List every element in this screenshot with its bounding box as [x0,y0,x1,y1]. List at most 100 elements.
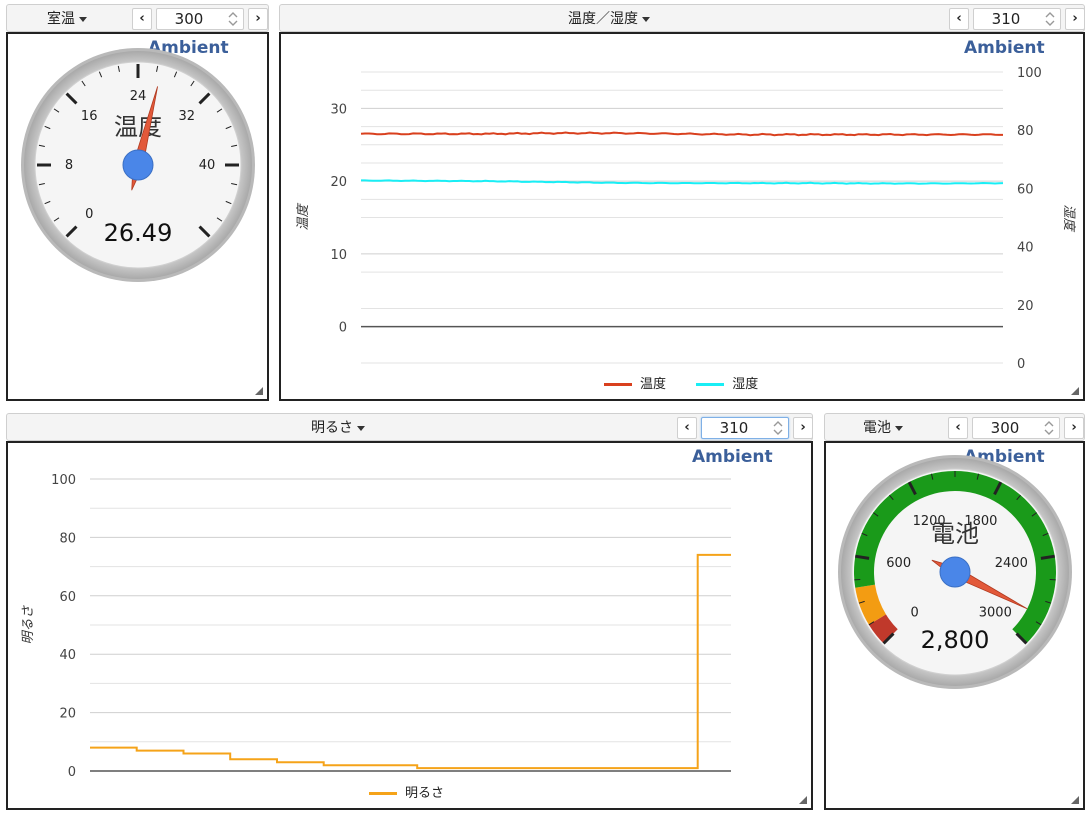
resize-handle-icon[interactable] [1071,796,1079,804]
gauge-tick-label: 32 [179,109,196,124]
y2-tick-label: 60 [1017,182,1034,197]
count-value: 310 [991,10,1021,28]
brightness-title-dropdown[interactable]: 明るさ [311,414,365,442]
next-button[interactable]: › [1065,8,1085,30]
y-tick-label: 100 [51,473,76,488]
legend-item-humidity: 湿度 [696,377,758,392]
battery-gauge: 06001200 180024003000電池2,800 [838,455,1072,689]
prev-button[interactable]: ‹ [949,8,969,30]
count-input[interactable]: 310 [973,8,1061,30]
room-temp-title-dropdown[interactable]: 室温 [47,5,87,33]
gauge-tick-label: 3000 [979,605,1012,620]
gauge-hub [122,149,154,181]
chevron-down-icon [79,16,87,22]
chevron-left-icon: ‹ [684,420,690,435]
count-input[interactable]: 300 [972,417,1060,439]
series-line-brightness [89,553,731,770]
gauge-tick-label: 2400 [995,556,1028,571]
spinner-arrows-icon[interactable] [768,418,788,438]
spinner-arrows-icon[interactable] [1039,418,1059,438]
gauge-tick-label: 0 [911,605,919,620]
count-input[interactable]: 300 [156,8,244,30]
y2-tick-label: 0 [1017,357,1025,372]
room-temp-body: Ambient 0 8 16 24 32 40 温度 26.49 [6,32,269,401]
gauge-tick-label: 40 [199,158,216,173]
temp-humidity-title: 温度／湿度 [568,11,638,27]
chart-legend: 明るさ [369,782,444,801]
prev-button[interactable]: ‹ [132,8,152,30]
next-button[interactable]: › [248,8,268,30]
brightness-title: 明るさ [311,420,353,436]
chevron-left-icon: ‹ [139,11,145,26]
y-axis-label: 明るさ [21,605,36,645]
battery-body: Ambient 0 600 1200 1800 2400 3000 電池 2,800 [824,441,1085,810]
gauge-tick-label: 24 [130,89,147,104]
battery-panel: 電池 ‹ 300 › Ambient 0 600 1200 1800 2400 3000 電… [824,413,1085,810]
battery-title-dropdown[interactable]: 電池 [863,414,903,442]
y-tick-label: 0 [339,321,347,336]
gauge-title: 電池 [931,520,979,548]
y-tick-label: 0 [68,765,76,780]
room-temp-pager: ‹ 300 › [132,8,268,30]
room-temp-panel: 室温 ‹ 300 › Ambient 0 8 16 24 32 40 温度 26.49 [6,4,269,401]
brightness-pager: ‹ 310 › [677,417,813,439]
y2-axis-label: 湿度 [1061,204,1076,232]
temp-humidity-title-dropdown[interactable]: 温度／湿度 [568,5,650,33]
count-value: 300 [174,10,204,28]
y-tick-label: 30 [330,102,347,117]
chevron-right-icon: › [255,11,261,26]
resize-handle-icon[interactable] [1071,387,1079,395]
temp-humidity-body: Ambient 0 10 20 30 温度 0 20 40 60 80 100 湿度 温度 湿度 [279,32,1085,401]
gauge-tick-label: 600 [886,556,911,571]
temp-humidity-header: 温度／湿度 ‹ 310 › [279,4,1085,32]
y2-tick-label: 80 [1017,124,1034,139]
prev-button[interactable]: ‹ [677,417,697,439]
gauge-tick-label: 0 [85,207,93,222]
y-tick-label: 20 [59,707,76,722]
gauge-value: 2,800 [921,626,990,654]
gauge-tick-label: 8 [65,158,73,173]
chevron-left-icon: ‹ [955,420,961,435]
brightness-chart: 0 20 40 60 80 100 明るさ [21,473,731,780]
y2-tick-label: 20 [1017,299,1034,314]
legend-item-brightness: 明るさ [369,786,444,801]
y-tick-label: 10 [330,248,347,263]
prev-button[interactable]: ‹ [948,417,968,439]
temp-humidity-chart: 0 10 20 30 温度 0 20 40 60 80 100 湿度 [296,66,1076,372]
gauge-title: 温度 [114,113,162,141]
count-input[interactable]: 310 [701,417,789,439]
y-tick-label: 60 [59,590,76,605]
y-tick-label: 80 [59,531,76,546]
next-button[interactable]: › [793,417,813,439]
y2-tick-label: 100 [1017,66,1042,81]
room-temp-title: 室温 [47,11,75,27]
battery-header: 電池 ‹ 300 › [824,413,1085,441]
battery-pager: ‹ 300 › [948,417,1084,439]
chevron-right-icon: › [1071,420,1077,435]
spinner-arrows-icon[interactable] [223,9,243,29]
chevron-down-icon [642,16,650,22]
gauge-hub [939,556,971,588]
y2-tick-label: 40 [1017,241,1034,256]
count-value: 300 [990,419,1020,437]
chart-legend: 温度 湿度 [604,373,758,392]
resize-handle-icon[interactable] [255,387,263,395]
temp-humidity-pager: ‹ 310 › [949,8,1085,30]
temp-humidity-panel: 温度／湿度 ‹ 310 › Ambient 0 10 20 30 温度 0 20 40 60 80… [279,4,1085,401]
next-button[interactable]: › [1064,417,1084,439]
legend-item-temperature: 温度 [604,377,666,392]
chevron-right-icon: › [800,420,806,435]
temperature-gauge: 0 8 16 24 32 40 温度 26.49 [21,48,255,282]
resize-handle-icon[interactable] [799,796,807,804]
y-tick-label: 40 [59,648,76,663]
brightness-panel: 明るさ ‹ 310 › Ambient 0 20 40 60 80 100 明るさ 明るさ [6,413,813,810]
battery-title: 電池 [863,420,891,436]
chevron-down-icon [895,425,903,431]
y-tick-label: 20 [330,175,347,190]
chevron-down-icon [357,425,365,431]
spinner-arrows-icon[interactable] [1040,9,1060,29]
series-line-temperature [360,131,1003,137]
room-temp-header: 室温 ‹ 300 › [6,4,269,32]
chevron-right-icon: › [1072,11,1078,26]
brightness-body: Ambient 0 20 40 60 80 100 明るさ 明るさ [6,441,813,810]
